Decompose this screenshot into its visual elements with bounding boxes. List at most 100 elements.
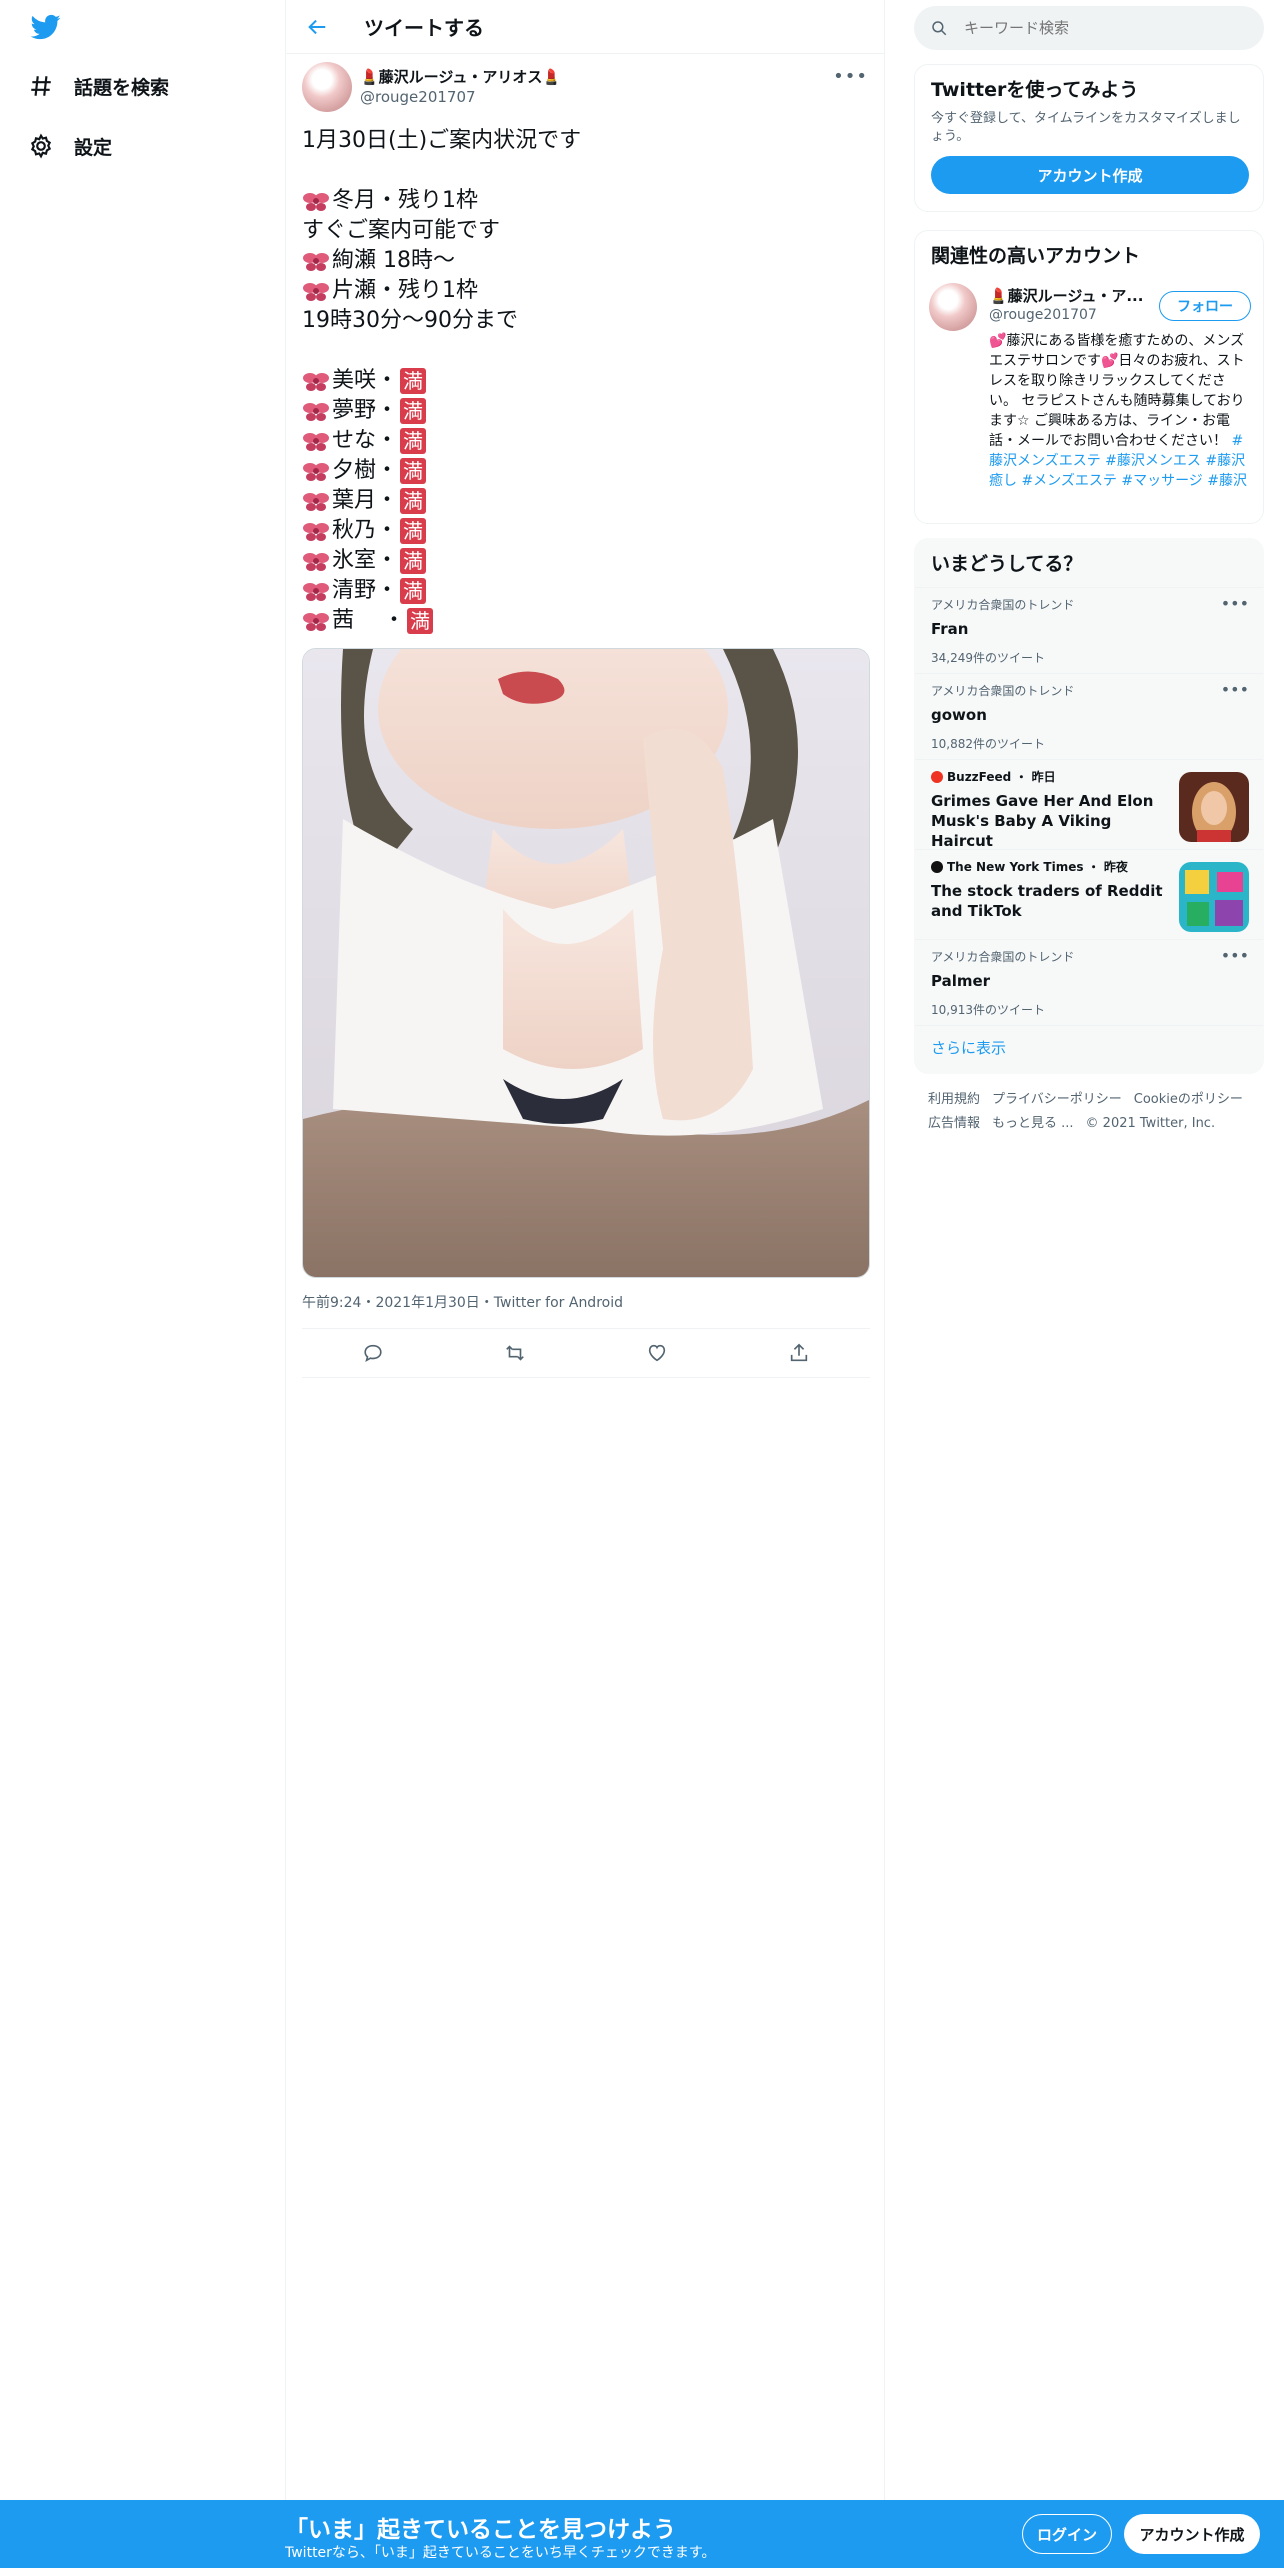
tweet-line: すぐご案内可能です — [302, 216, 870, 246]
staff-line: 茜 ・満 — [302, 606, 870, 636]
staff-name: 秋乃・ — [332, 518, 399, 543]
trend-context: アメリカ合衆国のトレンド — [931, 684, 1075, 698]
staff-name: 氷室・ — [332, 548, 399, 573]
back-arrow-icon[interactable] — [306, 16, 328, 38]
tweet-author: 💄藤沢ルージュ・アリオス💄 @rouge201707 ••• — [302, 62, 870, 114]
nav-explore[interactable]: 話題を検索 — [28, 66, 169, 106]
more-icon[interactable]: ••• — [1221, 594, 1249, 613]
trend-context-text: BuzzFeed ・ 昨日 — [947, 770, 1056, 784]
footer-link[interactable]: プライバシーポリシー — [992, 1092, 1122, 1107]
more-icon[interactable]: ••• — [833, 66, 868, 87]
footer-link[interactable]: もっと見る ... — [992, 1116, 1074, 1131]
search-input[interactable] — [964, 19, 1224, 37]
buzzfeed-logo-icon — [931, 771, 943, 783]
author-name[interactable]: 💄藤沢ルージュ・アリオス💄 — [360, 66, 561, 87]
trends-title: いまどうしてる？ — [931, 553, 1083, 575]
staff-name: せな・ — [332, 428, 399, 453]
ribbon-emoji-icon — [302, 189, 330, 213]
signup-button[interactable]: アカウント作成 — [931, 156, 1249, 194]
tweet-line: 片瀬・残り1枠 — [302, 276, 870, 306]
trend-title: Palmer — [931, 972, 991, 990]
trend-item[interactable]: アメリカ合衆国のトレンド gowon 10,882件のツイート ••• — [915, 673, 1263, 759]
staff-name: 葉月・ — [332, 488, 399, 513]
full-badge: 満 — [400, 518, 427, 544]
related-handle[interactable]: @rouge201707 — [989, 307, 1097, 323]
tweet-heading: 1月30日(土)ご案内状況です — [302, 128, 582, 153]
footer-copyright: © 2021 Twitter, Inc. — [1085, 1116, 1216, 1131]
staff-line: 清野・満 — [302, 576, 870, 606]
footer-links: 利用規約 プライバシーポリシー Cookieのポリシー 広告情報 もっと見る ... ©… — [928, 1088, 1258, 1136]
full-badge: 満 — [400, 488, 427, 514]
staff-line: 美咲・満 — [302, 366, 870, 396]
search-icon — [932, 21, 947, 36]
related-name[interactable]: 💄藤沢ルージュ・ア... — [989, 285, 1149, 306]
full-badge: 満 — [400, 548, 427, 574]
trend-count: 10,882件のツイート — [931, 737, 1045, 751]
trend-item[interactable]: アメリカ合衆国のトレンド Fran 34,249件のツイート ••• — [915, 587, 1263, 673]
tweet-line-text: 絢瀬 18時～ — [332, 248, 455, 273]
divider — [915, 1025, 1263, 1026]
staff-name: 夢野・ — [332, 398, 399, 423]
full-badge: 満 — [400, 368, 427, 394]
bottom-bar-subtitle: Twitterなら、「いま」起きていることをいち早くチェックできます。 — [285, 2545, 716, 2561]
signup-button[interactable]: アカウント作成 — [1124, 2514, 1260, 2554]
reply-icon[interactable] — [362, 1342, 384, 1364]
trend-title: The stock traders of Reddit and TikTok — [931, 882, 1163, 920]
trend-title: gowon — [931, 706, 987, 724]
trend-context: アメリカ合衆国のトレンド — [931, 950, 1075, 964]
related-bio-text: 💕藤沢にある皆様を癒すための、メンズエステサロンです💕日々のお疲れ、ストレスを取… — [989, 333, 1245, 449]
tweet-line-text: 19時30分～90分まで — [302, 308, 518, 333]
full-badge: 満 — [400, 428, 427, 454]
trend-item[interactable]: The New York Times ・ 昨夜 The stock trader… — [915, 849, 1263, 939]
like-icon[interactable] — [646, 1342, 668, 1364]
tweet-text: 1月30日(土)ご案内状況です 冬月・残り1枠 すぐご案内可能です 絢瀬 18時～ 片… — [302, 126, 870, 636]
show-more-link[interactable]: さらに表示 — [931, 1037, 1006, 1058]
related-box: 関連性の高いアカウント 💄藤沢ルージュ・ア... @rouge201707 フォ… — [914, 230, 1264, 524]
staff-line: 夢野・満 — [302, 396, 870, 426]
ribbon-emoji-icon — [302, 579, 330, 603]
nytimes-logo-icon — [931, 861, 943, 873]
hashtag-icon — [31, 76, 51, 96]
footer-link[interactable]: Cookieのポリシー — [1134, 1092, 1243, 1107]
avatar[interactable] — [929, 283, 977, 331]
staff-line: 秋乃・満 — [302, 516, 870, 546]
tweet-line: 19時30分～90分まで — [302, 306, 870, 336]
staff-name: 夕樹・ — [332, 458, 399, 483]
trend-count: 34,249件のツイート — [931, 651, 1045, 665]
follow-button[interactable]: フォロー — [1159, 291, 1251, 321]
tweet-line: 絢瀬 18時～ — [302, 246, 870, 276]
ribbon-emoji-icon — [302, 429, 330, 453]
trend-item[interactable]: アメリカ合衆国のトレンド Palmer 10,913件のツイート ••• — [915, 939, 1263, 1025]
tweet-line-text: すぐご案内可能です — [302, 218, 501, 243]
avatar[interactable] — [302, 62, 352, 112]
trend-item[interactable]: BuzzFeed ・ 昨日 Grimes Gave Her And Elon M… — [915, 759, 1263, 850]
tweet-photo[interactable] — [302, 648, 870, 1278]
nav-settings[interactable]: 設定 — [28, 126, 112, 166]
more-icon[interactable]: ••• — [1221, 946, 1249, 965]
search-bar[interactable] — [914, 6, 1264, 50]
signup-box: Twitterを使ってみよう 今すぐ登録して、タイムラインをカスタマイズしましょ… — [914, 64, 1264, 212]
trend-context: アメリカ合衆国のトレンド — [931, 598, 1075, 612]
footer-link[interactable]: 利用規約 — [928, 1092, 980, 1107]
main-column: ツイートする 💄藤沢ルージュ・アリオス💄 @rouge201707 ••• 1月… — [285, 0, 885, 2500]
more-icon[interactable]: ••• — [1221, 680, 1249, 699]
twitter-bird-icon[interactable] — [28, 12, 64, 42]
tweet-meta: 午前9:24・2021年1月30日・Twitter for Android — [302, 1295, 623, 1311]
staff-line: せな・満 — [302, 426, 870, 456]
trend-context-text: The New York Times ・ 昨夜 — [947, 860, 1128, 874]
footer-link[interactable]: 広告情報 — [928, 1116, 980, 1131]
ribbon-emoji-icon — [302, 249, 330, 273]
login-button[interactable]: ログイン — [1022, 2514, 1112, 2554]
page-title: ツイートする — [364, 16, 484, 40]
full-badge: 満 — [400, 578, 427, 604]
gear-icon — [30, 133, 52, 159]
author-handle[interactable]: @rouge201707 — [360, 88, 476, 106]
trend-thumbnail-image — [1179, 772, 1249, 842]
trend-thumbnail — [1179, 862, 1249, 932]
staff-line: 夕樹・満 — [302, 456, 870, 486]
share-icon[interactable] — [788, 1342, 810, 1364]
staff-line: 葉月・満 — [302, 486, 870, 516]
retweet-icon[interactable] — [504, 1342, 526, 1364]
trends-box: いまどうしてる？ アメリカ合衆国のトレンド Fran 34,249件のツイート … — [914, 538, 1264, 1074]
